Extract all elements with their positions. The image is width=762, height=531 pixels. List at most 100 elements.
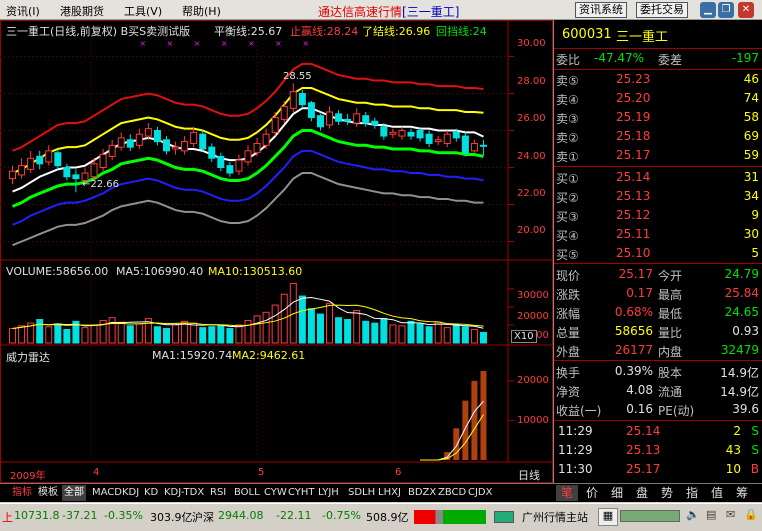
high-annotation: 28.55 (283, 71, 312, 82)
fundamental-row[interactable]: 净资 4.08 流通 14.9亿 (554, 382, 762, 400)
tick-row[interactable]: 11:29 25.13 43 S (554, 442, 762, 460)
candle-body (362, 115, 370, 124)
indicator-tab[interactable]: KDJ-TDX (162, 485, 206, 501)
buy-row[interactable]: 买① 25.14 31 (554, 169, 762, 187)
indicator-tab[interactable]: LHXJ (376, 485, 403, 501)
indicator-tab[interactable]: KDJ (120, 485, 141, 501)
candle-body (172, 146, 180, 150)
volume-bar (190, 322, 198, 344)
menu-item-help[interactable]: 帮助(H) (182, 3, 221, 19)
stat-value: 24.65 (724, 305, 759, 319)
candle-body (36, 155, 44, 165)
price-tick: 20.00 (517, 225, 546, 236)
candle-body (253, 142, 261, 154)
indicator-tab[interactable]: MACD (90, 485, 124, 501)
network-icon[interactable]: ▦ (598, 508, 618, 526)
quote-tab[interactable]: 势 (656, 485, 678, 501)
sell-row[interactable]: 卖① 25.17 59 (554, 147, 762, 165)
minimize-icon[interactable]: ▁ (700, 2, 716, 18)
indicator-tab[interactable]: RSI (208, 485, 228, 501)
sell-level-label: 卖④ (556, 93, 579, 107)
indicator-tab[interactable]: ZBCD (436, 485, 468, 501)
price-tick: 26.00 (517, 113, 546, 124)
stock-header: 600031 三一重工 (554, 26, 762, 45)
indicator-tab[interactable]: KD (142, 485, 160, 501)
data-status-icon (620, 510, 680, 522)
stat-value: 32479 (720, 343, 759, 357)
fundamental-value: 14.9亿 (720, 385, 759, 399)
stat-row[interactable]: 外盘 26177 内盘 32479 (554, 342, 762, 360)
stat-row[interactable]: 总量 58656 量比 0.93 (554, 323, 762, 341)
stat-row[interactable]: 涨跌 0.17 最高 25.84 (554, 285, 762, 303)
indicator-tab[interactable]: SDLH (346, 485, 377, 501)
stat-label: 今开 (658, 269, 683, 283)
sell-row[interactable]: 卖③ 25.19 58 (554, 109, 762, 127)
stat-row[interactable]: 现价 25.17 今开 24.79 (554, 266, 762, 284)
alert-icon[interactable]: ✉ (726, 508, 735, 521)
indicator-tab[interactable]: BOLL (232, 485, 262, 501)
radar-tick: 20000 (517, 375, 549, 386)
candle-body (108, 144, 116, 157)
fundamental-row[interactable]: 收益(一) 0.16 PE(动) 39.6 (554, 401, 762, 419)
quote-tab[interactable]: 筹 (731, 485, 753, 501)
sh-pct: -0.35% (104, 509, 143, 522)
buy-level-label: 买① (556, 172, 579, 186)
volume-bar (398, 325, 406, 344)
buy-volume: 31 (743, 170, 759, 184)
sell-row[interactable]: 卖④ 25.20 74 (554, 90, 762, 108)
chart-icon[interactable]: ▤ (706, 508, 716, 521)
radar-bar (471, 380, 478, 460)
candle-body (45, 150, 53, 163)
volume-bar (217, 325, 225, 344)
kline-chart[interactable]: × × × × × × × 三一重工(日线,前复权) B买S卖测试版 平衡线:25.67 止… (0, 20, 553, 483)
indicator-tab[interactable]: CYHT (286, 485, 317, 501)
buy-row[interactable]: 买② 25.13 34 (554, 188, 762, 206)
volume-bar (335, 317, 343, 344)
volume-bar (326, 302, 334, 344)
menu-item-tools[interactable]: 工具(V) (124, 3, 162, 19)
indicator-tab[interactable]: 指标 (10, 485, 34, 501)
quote-tab[interactable]: 盘 (631, 485, 653, 501)
stat-label: 涨跌 (556, 288, 581, 302)
tick-row[interactable]: 11:29 25.14 2 S (554, 423, 762, 441)
quote-tab[interactable]: 细 (606, 485, 628, 501)
indicator-tab[interactable]: LYJH (316, 485, 341, 501)
indicator-tab[interactable]: BDZX (406, 485, 438, 501)
quote-tab[interactable]: 价 (581, 485, 603, 501)
close-icon[interactable]: ✕ (738, 2, 754, 18)
buy-row[interactable]: 买④ 25.11 30 (554, 226, 762, 244)
sell-price: 25.18 (616, 129, 651, 143)
sell-row[interactable]: 卖⑤ 25.23 46 (554, 71, 762, 89)
indicator-tab[interactable]: 模板 (36, 485, 60, 501)
buy-row[interactable]: 买⑤ 25.10 5 (554, 245, 762, 263)
tick-side: S (751, 424, 759, 438)
lock-icon[interactable]: 🔒 (744, 508, 758, 521)
candle-body (99, 154, 107, 169)
sell-row[interactable]: 卖② 25.18 69 (554, 128, 762, 146)
quote-tab[interactable]: 值 (706, 485, 728, 501)
tick-row[interactable]: 11:30 25.17 10 B (554, 461, 762, 479)
volume-bar (452, 324, 460, 344)
period-label[interactable]: 日线 (518, 467, 540, 483)
tick-time: 11:29 (558, 443, 593, 457)
fundamental-row[interactable]: 换手 0.39% 股本 14.9亿 (554, 363, 762, 381)
menu-item-info[interactable]: 资讯(I) (6, 3, 40, 19)
weicha-value: -197 (731, 51, 759, 65)
quote-tab[interactable]: 指 (681, 485, 703, 501)
quote-tab[interactable]: 笔 (556, 485, 578, 501)
indicator-tab[interactable]: CYW (262, 485, 289, 501)
volume-bar (45, 326, 53, 344)
sound-icon[interactable]: 🔈 (686, 508, 700, 521)
maximize-icon[interactable]: ❐ (718, 2, 734, 18)
stock-code: 600031 (562, 27, 612, 42)
candle-body (326, 111, 334, 126)
buy-row[interactable]: 买③ 25.12 9 (554, 207, 762, 225)
candle-body (153, 130, 161, 143)
info-system-button[interactable]: 资讯系统 (575, 2, 627, 18)
candle-body (217, 155, 225, 168)
trade-button[interactable]: 委托交易 (636, 2, 688, 18)
menu-item-hk-futures[interactable]: 港股期货 (60, 3, 104, 19)
indicator-tab[interactable]: CJDX (466, 485, 494, 501)
stat-row[interactable]: 涨幅 0.68% 最低 24.65 (554, 304, 762, 322)
indicator-tab[interactable]: 全部 (62, 485, 86, 501)
